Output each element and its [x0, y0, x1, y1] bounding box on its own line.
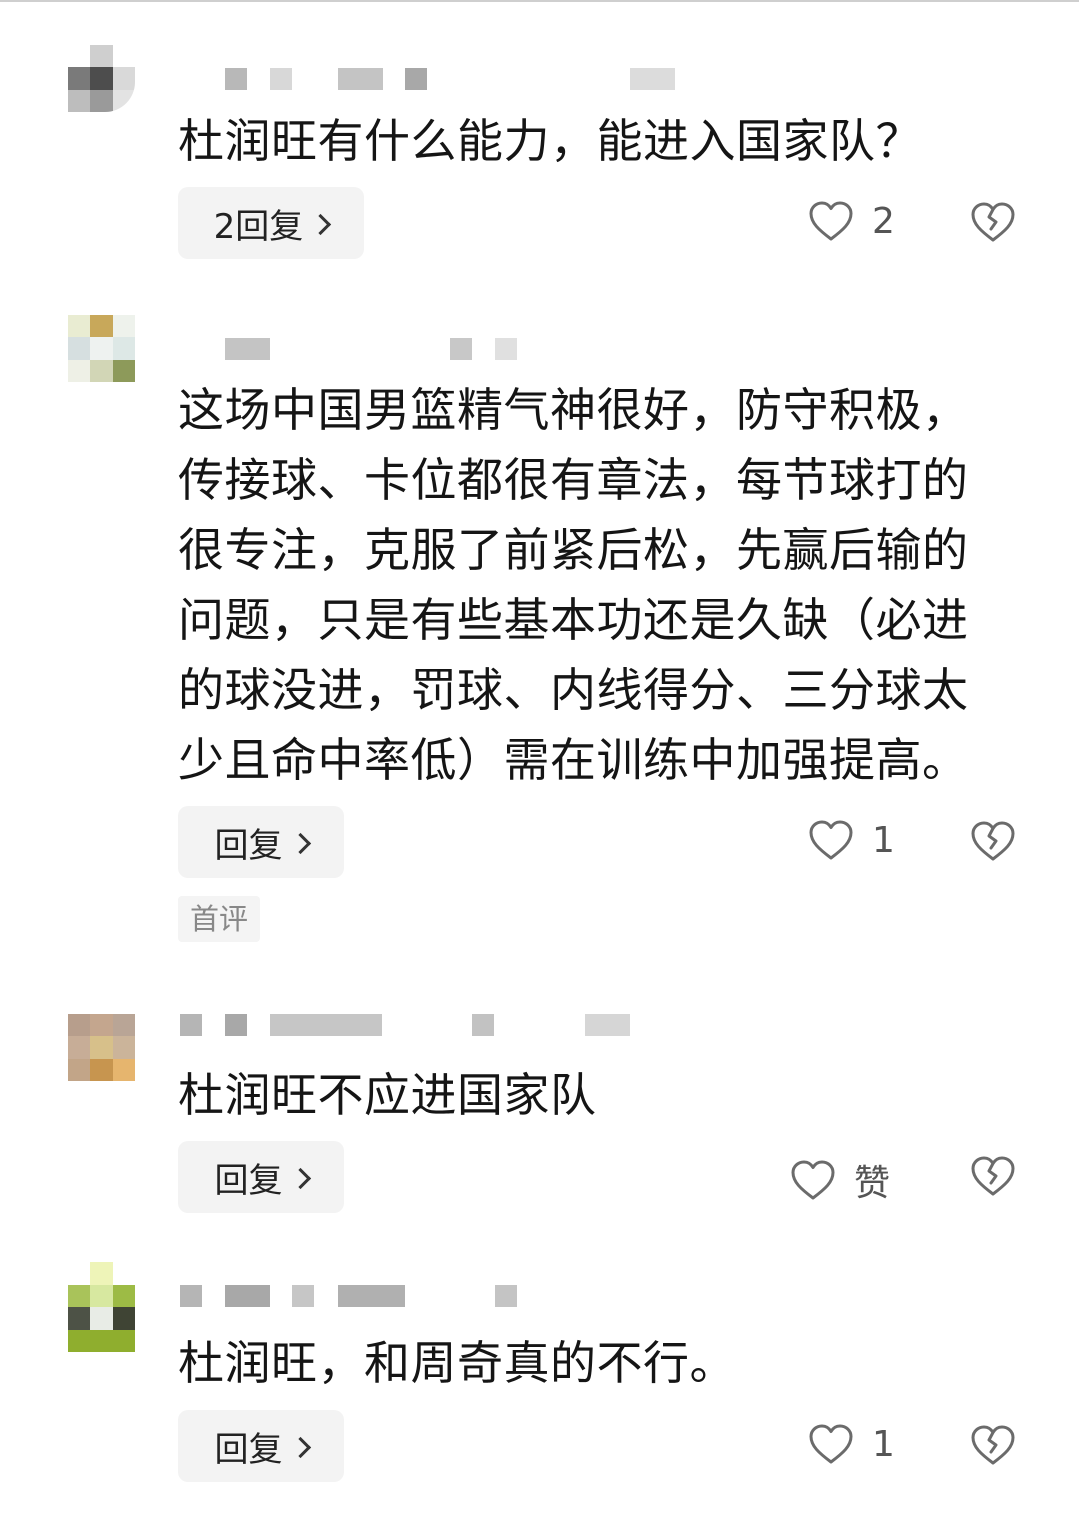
reply-label: 回复 — [214, 825, 283, 866]
reply-button[interactable]: 2回复 — [178, 187, 364, 259]
heart-icon — [809, 820, 853, 860]
chevron-right-icon — [289, 832, 311, 854]
avatar[interactable] — [68, 1262, 135, 1352]
reply-label: 回复 — [214, 1160, 283, 1201]
username-pixelated[interactable] — [180, 338, 580, 360]
comment-text: 杜润旺，和周奇真的不行。 — [178, 1336, 736, 1390]
like-label: 赞 — [854, 1163, 891, 1204]
heart-icon — [809, 1424, 853, 1464]
avatar[interactable] — [68, 1014, 135, 1081]
like-button[interactable]: 2 — [808, 200, 895, 242]
username-pixelated[interactable] — [180, 1285, 540, 1307]
username-pixelated[interactable] — [180, 68, 680, 90]
top-divider — [0, 0, 1079, 2]
heart-icon — [791, 1160, 835, 1200]
reply-label: 2回复 — [213, 206, 304, 247]
chevron-right-icon — [310, 213, 332, 235]
avatar[interactable] — [68, 45, 135, 112]
reply-label: 回复 — [214, 1429, 283, 1470]
like-count: 1 — [872, 819, 895, 861]
reply-button[interactable]: 回复 — [178, 1410, 344, 1482]
comment-text: 杜润旺有什么能力，能进入国家队？ — [178, 114, 922, 168]
comment-text: 杜润旺不应进国家队 — [178, 1068, 597, 1122]
broken-heart-icon[interactable] — [970, 1154, 1016, 1198]
broken-heart-icon[interactable] — [970, 1423, 1016, 1467]
like-button[interactable]: 1 — [808, 819, 895, 861]
reply-button[interactable]: 回复 — [178, 1141, 344, 1213]
like-button[interactable]: 1 — [808, 1423, 895, 1465]
chevron-right-icon — [289, 1436, 311, 1458]
like-count: 1 — [872, 1423, 895, 1465]
first-comment-badge: 首评 — [178, 896, 261, 942]
chevron-right-icon — [289, 1167, 311, 1189]
broken-heart-icon[interactable] — [970, 819, 1016, 863]
like-count: 2 — [872, 200, 895, 242]
username-pixelated[interactable] — [180, 1014, 640, 1036]
comment-text: 这场中国男篮精气神很好，防守积极，传接球、卡位都很有章法，每节球打的很专注，克服… — [178, 383, 969, 787]
reply-button[interactable]: 回复 — [178, 806, 344, 878]
broken-heart-icon[interactable] — [970, 200, 1016, 244]
avatar[interactable] — [68, 315, 135, 382]
heart-icon — [809, 201, 853, 241]
like-button[interactable]: 赞 — [790, 1154, 890, 1206]
